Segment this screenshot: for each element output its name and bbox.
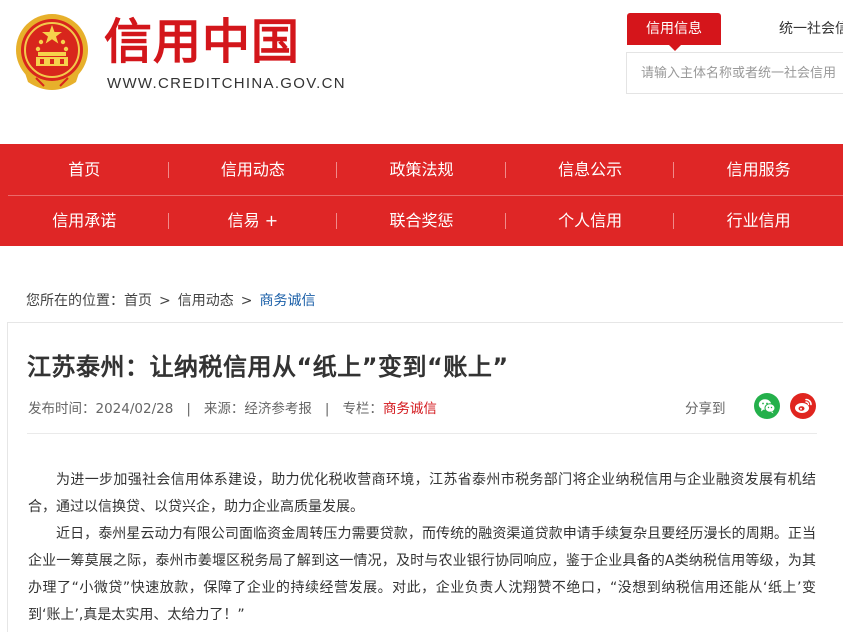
wechat-icon[interactable] — [754, 393, 780, 419]
article-source: 经济参考报 — [244, 401, 312, 417]
article-divider — [27, 433, 817, 434]
article-title: 江苏泰州：让纳税信用从“纸上”变到“账上” — [27, 353, 509, 381]
search-input[interactable] — [627, 53, 843, 93]
breadcrumb-credit-news[interactable]: 信用动态 — [178, 293, 234, 309]
article-meta: 发布时间：2024/02/28 | 来源：经济参考报 | 专栏：商务诚信 — [28, 397, 437, 417]
search-tab-unified-code[interactable]: 统一社会信 — [779, 13, 843, 45]
nav-item-disclosure[interactable]: 信息公示 — [506, 144, 675, 195]
nav-item-home[interactable]: 首页 — [0, 144, 169, 195]
main-nav: 首页 信用动态 政策法规 信息公示 信用服务 信用承诺 信易 + 联合奖惩 个人… — [0, 144, 843, 246]
site-logo-title[interactable]: 信用中国 — [104, 12, 300, 72]
breadcrumb-current[interactable]: 商务诚信 — [259, 293, 315, 309]
nav-item-personal-credit[interactable]: 个人信用 — [506, 195, 675, 246]
article-column-link[interactable]: 商务诚信 — [383, 401, 437, 417]
column-label: 专栏： — [342, 401, 383, 417]
article-panel: 江苏泰州：让纳税信用从“纸上”变到“账上” 发布时间：2024/02/28 | 来源… — [7, 322, 843, 632]
nav-item-xinyi-plus[interactable]: 信易 + — [169, 195, 338, 246]
site-url: WWW.CREDITCHINA.GOV.CN — [107, 75, 346, 92]
breadcrumb-separator: > — [240, 293, 253, 309]
national-emblem-icon[interactable] — [14, 12, 90, 92]
weibo-icon[interactable] — [790, 393, 816, 419]
breadcrumb-home[interactable]: 首页 — [124, 293, 152, 309]
site-header: 信用中国 WWW.CREDITCHINA.GOV.CN 信用信息 统一社会信 — [0, 0, 843, 144]
nav-item-credit-commitment[interactable]: 信用承诺 — [0, 195, 169, 246]
article-paragraph: 为进一步加强社会信用体系建设，助力优化税收营商环境，江苏省泰州市税务部门将企业纳… — [28, 472, 816, 515]
nav-item-industry-credit[interactable]: 行业信用 — [674, 195, 843, 246]
article-paragraph: 近日，泰州星云动力有限公司面临资金周转压力需要贷款，而传统的融资渠道贷款申请手续… — [28, 526, 816, 623]
meta-separator: | — [186, 401, 191, 417]
publish-label: 发布时间： — [28, 401, 96, 417]
meta-separator: | — [324, 401, 330, 417]
nav-row-2: 信用承诺 信易 + 联合奖惩 个人信用 行业信用 — [0, 195, 843, 246]
breadcrumb: 您所在的位置：首页 > 信用动态 > 商务诚信 — [26, 290, 315, 310]
nav-item-credit-news[interactable]: 信用动态 — [169, 144, 338, 195]
breadcrumb-prefix: 您所在的位置： — [26, 293, 124, 309]
breadcrumb-separator: > — [159, 293, 171, 309]
search-tab-credit-info[interactable]: 信用信息 — [627, 13, 721, 51]
nav-item-credit-service[interactable]: 信用服务 — [674, 144, 843, 195]
nav-item-policy[interactable]: 政策法规 — [337, 144, 506, 195]
source-label: 来源： — [203, 401, 245, 417]
publish-date: 2024/02/28 — [95, 401, 174, 417]
nav-item-joint-rewards[interactable]: 联合奖惩 — [337, 195, 506, 246]
search-box — [626, 52, 843, 94]
nav-row-1: 首页 信用动态 政策法规 信息公示 信用服务 — [0, 144, 843, 195]
share-label: 分享到 — [685, 401, 726, 417]
